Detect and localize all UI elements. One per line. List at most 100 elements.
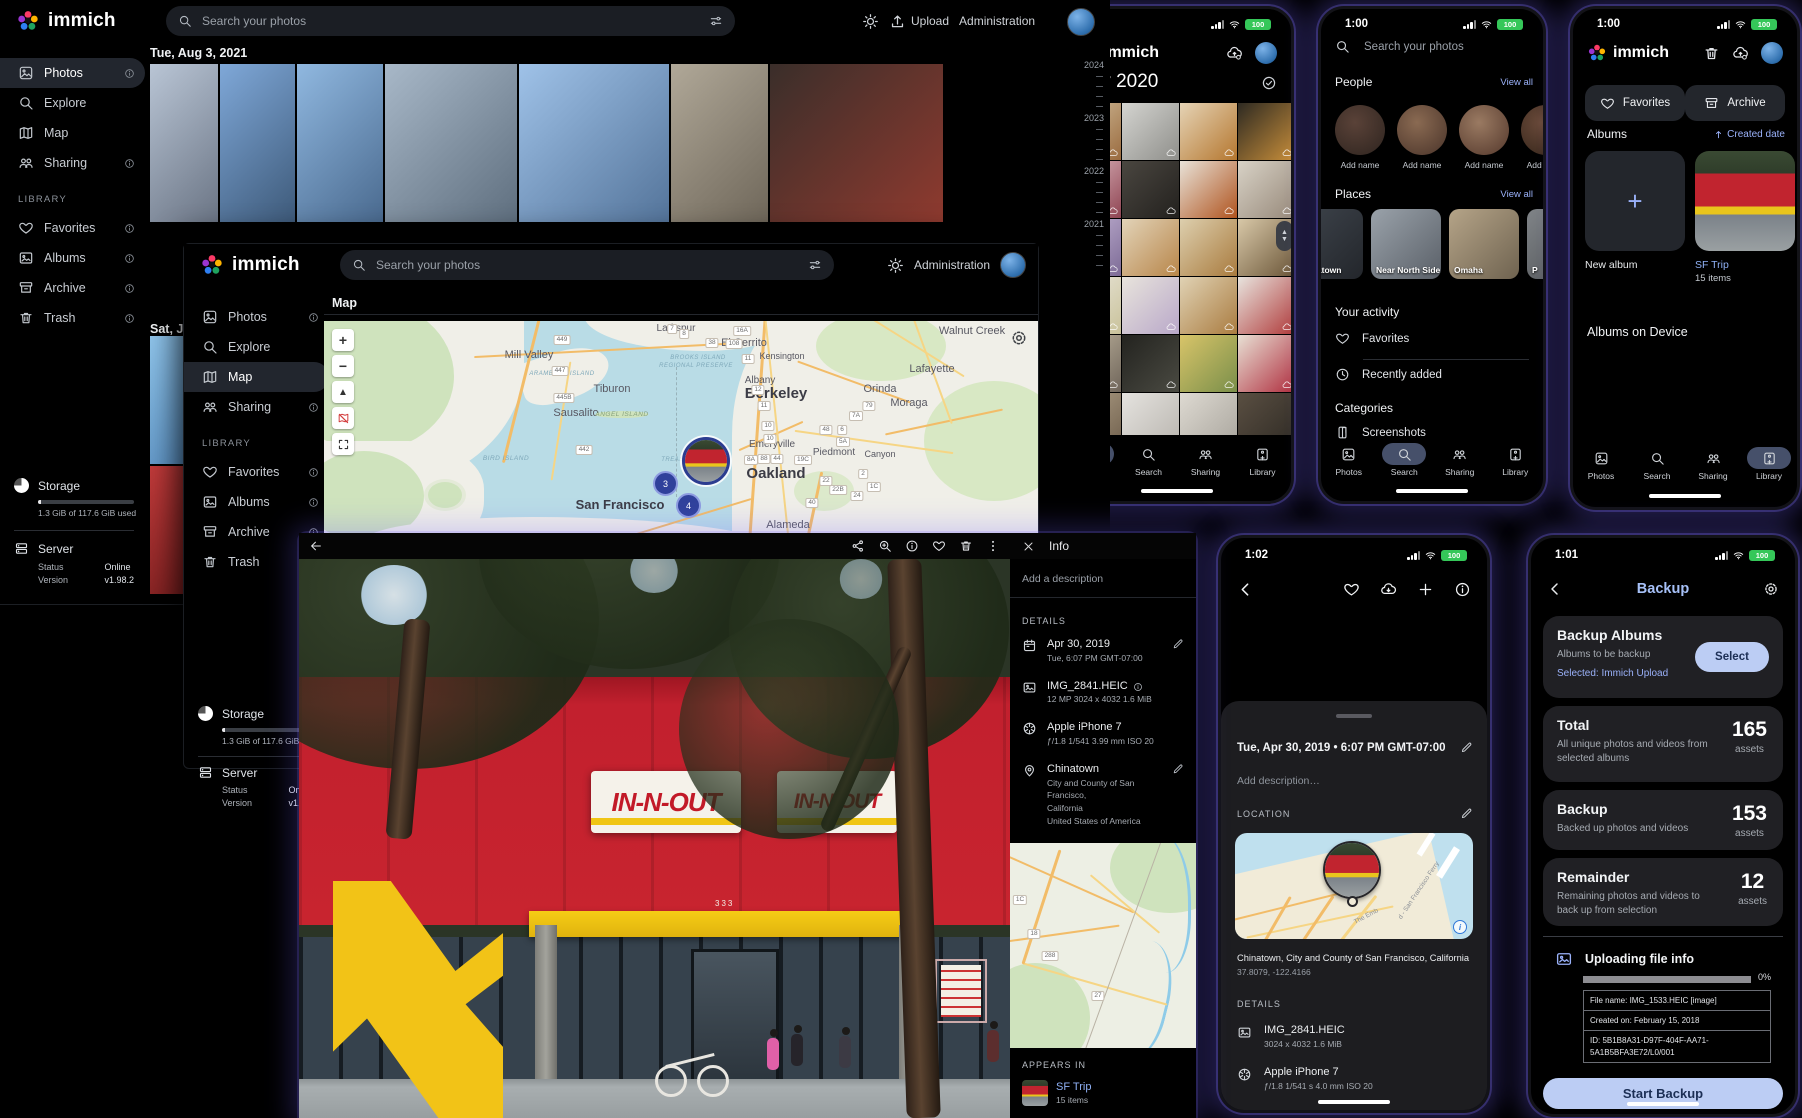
sidebar-item-explore[interactable]: Explore bbox=[0, 88, 145, 118]
edit-pencil-icon[interactable] bbox=[1172, 638, 1184, 650]
new-album-button[interactable]: + bbox=[1585, 151, 1685, 251]
location-map[interactable]: d - San Francisco Ferry The Emb i bbox=[1235, 833, 1473, 939]
tab-search[interactable]: Search bbox=[1127, 443, 1171, 477]
person-face[interactable]: Add name bbox=[1335, 105, 1385, 170]
photo-tile[interactable] bbox=[1180, 277, 1237, 334]
archive-button[interactable]: Archive bbox=[1685, 85, 1785, 121]
select-button[interactable]: Select bbox=[1695, 642, 1769, 672]
tab-sharing[interactable]: Sharing bbox=[1184, 443, 1228, 477]
more-options-icon[interactable] bbox=[986, 539, 1000, 553]
tab-sharing[interactable]: Sharing bbox=[1438, 443, 1482, 477]
photo-tile[interactable] bbox=[1238, 161, 1294, 218]
back-icon[interactable] bbox=[309, 539, 323, 553]
photo-thumbnail[interactable] bbox=[385, 64, 517, 222]
close-icon[interactable] bbox=[1022, 540, 1035, 553]
photo-tile[interactable] bbox=[1238, 393, 1294, 435]
search-input[interactable]: Search your photos bbox=[166, 6, 735, 36]
activity-favorites[interactable]: Favorites bbox=[1335, 331, 1529, 346]
photo-thumbnail[interactable] bbox=[770, 64, 943, 222]
favorites-button[interactable]: Favorites bbox=[1585, 85, 1685, 121]
map-cluster-marker[interactable]: 4 bbox=[676, 493, 701, 518]
sidebar-item-explore[interactable]: Explore bbox=[184, 332, 329, 362]
sort-created-date[interactable]: Created date bbox=[1713, 129, 1785, 140]
tab-photos[interactable]: Photos bbox=[1579, 447, 1623, 481]
scroll-scrubber[interactable]: ▲▼ bbox=[1276, 221, 1293, 251]
edit-pencil-icon[interactable] bbox=[1172, 763, 1184, 775]
photo-thumbnail[interactable] bbox=[671, 64, 768, 222]
place-card[interactable]: P bbox=[1527, 209, 1543, 279]
home-indicator[interactable] bbox=[1396, 489, 1468, 493]
photo-tile[interactable] bbox=[1238, 335, 1294, 392]
add-name-link[interactable]: Add name bbox=[1465, 160, 1504, 170]
share-icon[interactable] bbox=[851, 539, 865, 553]
add-name-link[interactable]: Add name bbox=[1527, 160, 1543, 170]
add-name-link[interactable]: Add name bbox=[1341, 160, 1380, 170]
map-photo-marker[interactable] bbox=[682, 437, 730, 485]
delete-trash-icon[interactable] bbox=[959, 539, 973, 553]
person-face[interactable]: Add name bbox=[1459, 105, 1509, 170]
theme-toggle-icon[interactable] bbox=[862, 13, 879, 30]
administration-link[interactable]: Administration bbox=[914, 258, 990, 272]
photo-thumbnail[interactable] bbox=[150, 64, 218, 222]
cloud-backup-icon[interactable] bbox=[1732, 45, 1749, 62]
map-attribution-info-icon[interactable]: i bbox=[1453, 920, 1467, 934]
photo-tile[interactable] bbox=[1122, 219, 1179, 276]
tab-library[interactable]: Library bbox=[1493, 443, 1537, 477]
fullscreen-button[interactable] bbox=[332, 433, 354, 455]
administration-link[interactable]: Administration bbox=[959, 14, 1035, 28]
places-view-all-link[interactable]: View all bbox=[1500, 189, 1533, 200]
favorite-heart-icon[interactable] bbox=[1343, 581, 1360, 598]
tab-library[interactable]: Library bbox=[1747, 447, 1791, 481]
zoom-out-button[interactable]: − bbox=[332, 355, 354, 377]
photo-tile[interactable] bbox=[1238, 103, 1294, 160]
photo-tile[interactable] bbox=[1180, 393, 1237, 435]
place-card[interactable]: Chinatown bbox=[1321, 209, 1363, 279]
zoom-in-icon[interactable] bbox=[878, 539, 892, 553]
photo-tile[interactable] bbox=[1180, 161, 1237, 218]
description-input[interactable]: Add a description bbox=[1010, 559, 1196, 598]
tab-photos[interactable]: Photos bbox=[1327, 443, 1371, 477]
people-view-all-link[interactable]: View all bbox=[1500, 77, 1533, 88]
sidebar-item-favorites[interactable]: Favorites bbox=[184, 457, 329, 487]
photo-thumbnail[interactable] bbox=[519, 64, 669, 222]
sidebar-item-photos[interactable]: Photos bbox=[184, 302, 329, 332]
home-indicator[interactable] bbox=[1649, 494, 1721, 498]
map-cluster-marker[interactable]: 3 bbox=[653, 471, 678, 496]
sheet-drag-handle[interactable] bbox=[1336, 714, 1372, 718]
photo-tile[interactable] bbox=[1122, 335, 1179, 392]
map-settings-gear-icon[interactable] bbox=[1010, 329, 1028, 347]
tab-search[interactable]: Search bbox=[1635, 447, 1679, 481]
cloud-backup-icon[interactable] bbox=[1226, 45, 1243, 62]
zoom-in-button[interactable]: + bbox=[332, 329, 354, 351]
upload-button[interactable]: Upload bbox=[889, 13, 949, 30]
home-indicator[interactable] bbox=[1141, 489, 1213, 493]
home-indicator[interactable] bbox=[1318, 1100, 1390, 1104]
back-chevron-icon[interactable] bbox=[1237, 581, 1254, 598]
sidebar-item-albums[interactable]: Albums bbox=[0, 243, 145, 273]
photo-tile[interactable] bbox=[1180, 335, 1237, 392]
sidebar-item-favorites[interactable]: Favorites bbox=[0, 213, 145, 243]
sidebar-item-albums[interactable]: Albums bbox=[184, 487, 329, 517]
immich-logo[interactable]: immich bbox=[184, 253, 350, 277]
person-face[interactable]: Add name bbox=[1397, 105, 1447, 170]
avatar[interactable] bbox=[1761, 42, 1783, 64]
select-all-icon[interactable] bbox=[1261, 75, 1277, 91]
tab-sharing[interactable]: Sharing bbox=[1691, 447, 1735, 481]
trash-icon[interactable] bbox=[1703, 45, 1720, 62]
sidebar-item-photos[interactable]: Photos bbox=[0, 58, 145, 88]
place-card[interactable]: Near North Side bbox=[1371, 209, 1441, 279]
location-mini-map[interactable]: 1C1828827 bbox=[1010, 843, 1196, 1048]
place-card[interactable]: Omaha bbox=[1449, 209, 1519, 279]
compass-button[interactable]: ▲ bbox=[332, 381, 354, 403]
photo-tile[interactable] bbox=[1122, 103, 1179, 160]
sidebar-item-sharing[interactable]: Sharing bbox=[184, 392, 329, 422]
avatar[interactable] bbox=[1000, 252, 1026, 278]
add-name-link[interactable]: Add name bbox=[1403, 160, 1442, 170]
photo-thumbnail[interactable] bbox=[150, 336, 184, 464]
info-icon[interactable] bbox=[1133, 682, 1143, 692]
avatar[interactable] bbox=[1255, 42, 1277, 64]
edit-pencil-icon[interactable] bbox=[1460, 741, 1473, 754]
search-input[interactable]: Search your photos bbox=[1335, 39, 1533, 54]
sidebar-item-archive[interactable]: Archive bbox=[0, 273, 145, 303]
person-face[interactable]: Add name bbox=[1521, 105, 1543, 170]
